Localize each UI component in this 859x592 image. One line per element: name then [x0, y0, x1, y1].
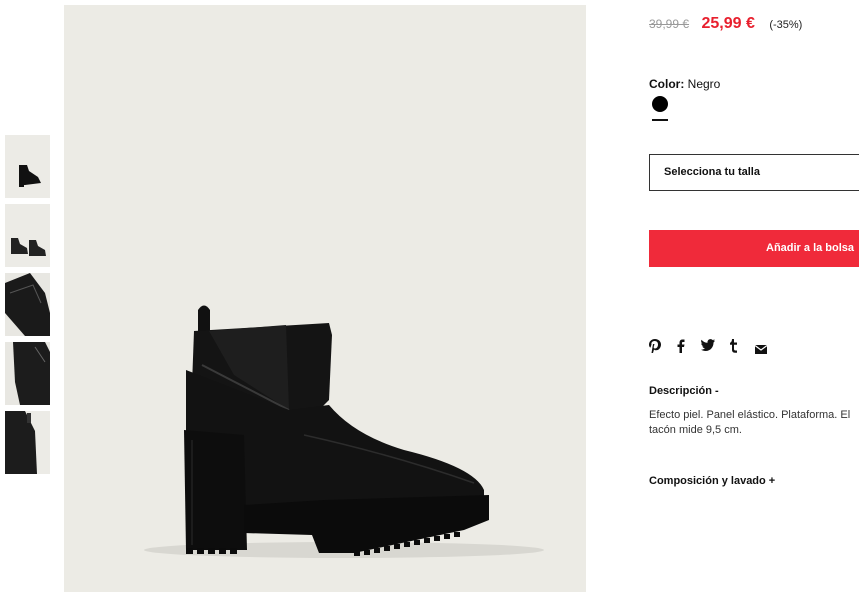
facebook-icon[interactable]: [677, 339, 685, 356]
boot-illustration: [64, 5, 586, 592]
thumbnail-2[interactable]: [5, 204, 50, 267]
tumblr-icon[interactable]: [729, 339, 738, 356]
color-label: Color:: [649, 77, 685, 91]
pinterest-icon[interactable]: [649, 339, 661, 356]
twitter-icon[interactable]: [701, 339, 715, 354]
description-toggle[interactable]: Descripción -: [649, 385, 719, 397]
thumbnail-1[interactable]: [5, 135, 50, 198]
size-select[interactable]: Selecciona tu talla: [649, 154, 859, 191]
composition-toggle[interactable]: Composición y lavado +: [649, 475, 775, 487]
add-to-bag-label: Añadir a la bolsa: [766, 242, 855, 254]
size-select-label: Selecciona tu talla: [664, 166, 760, 178]
thumbnail-list: [5, 135, 50, 480]
color-swatch-black[interactable]: [652, 96, 668, 112]
discount-badge: (-35%): [769, 19, 803, 31]
add-to-bag-button[interactable]: Añadir a la bolsa: [649, 230, 859, 267]
email-icon[interactable]: [754, 342, 768, 357]
product-info-panel: 39,99 € 25,99 € (-35%) Color: Negro Sele…: [649, 0, 859, 592]
product-main-image[interactable]: [64, 5, 586, 592]
color-row: Color: Negro: [649, 77, 720, 91]
sale-price: 25,99 €: [701, 15, 755, 32]
description-text: Efecto piel. Panel elástico. Plataforma.…: [649, 409, 851, 436]
color-value: Negro: [687, 77, 721, 91]
thumbnail-4[interactable]: [5, 342, 50, 405]
original-price: 39,99 €: [649, 17, 690, 31]
swatch-selected-indicator: [652, 119, 668, 121]
price-row: 39,99 € 25,99 € (-35%): [649, 15, 802, 33]
thumbnail-5[interactable]: [5, 411, 50, 474]
thumbnail-3[interactable]: [5, 273, 50, 336]
